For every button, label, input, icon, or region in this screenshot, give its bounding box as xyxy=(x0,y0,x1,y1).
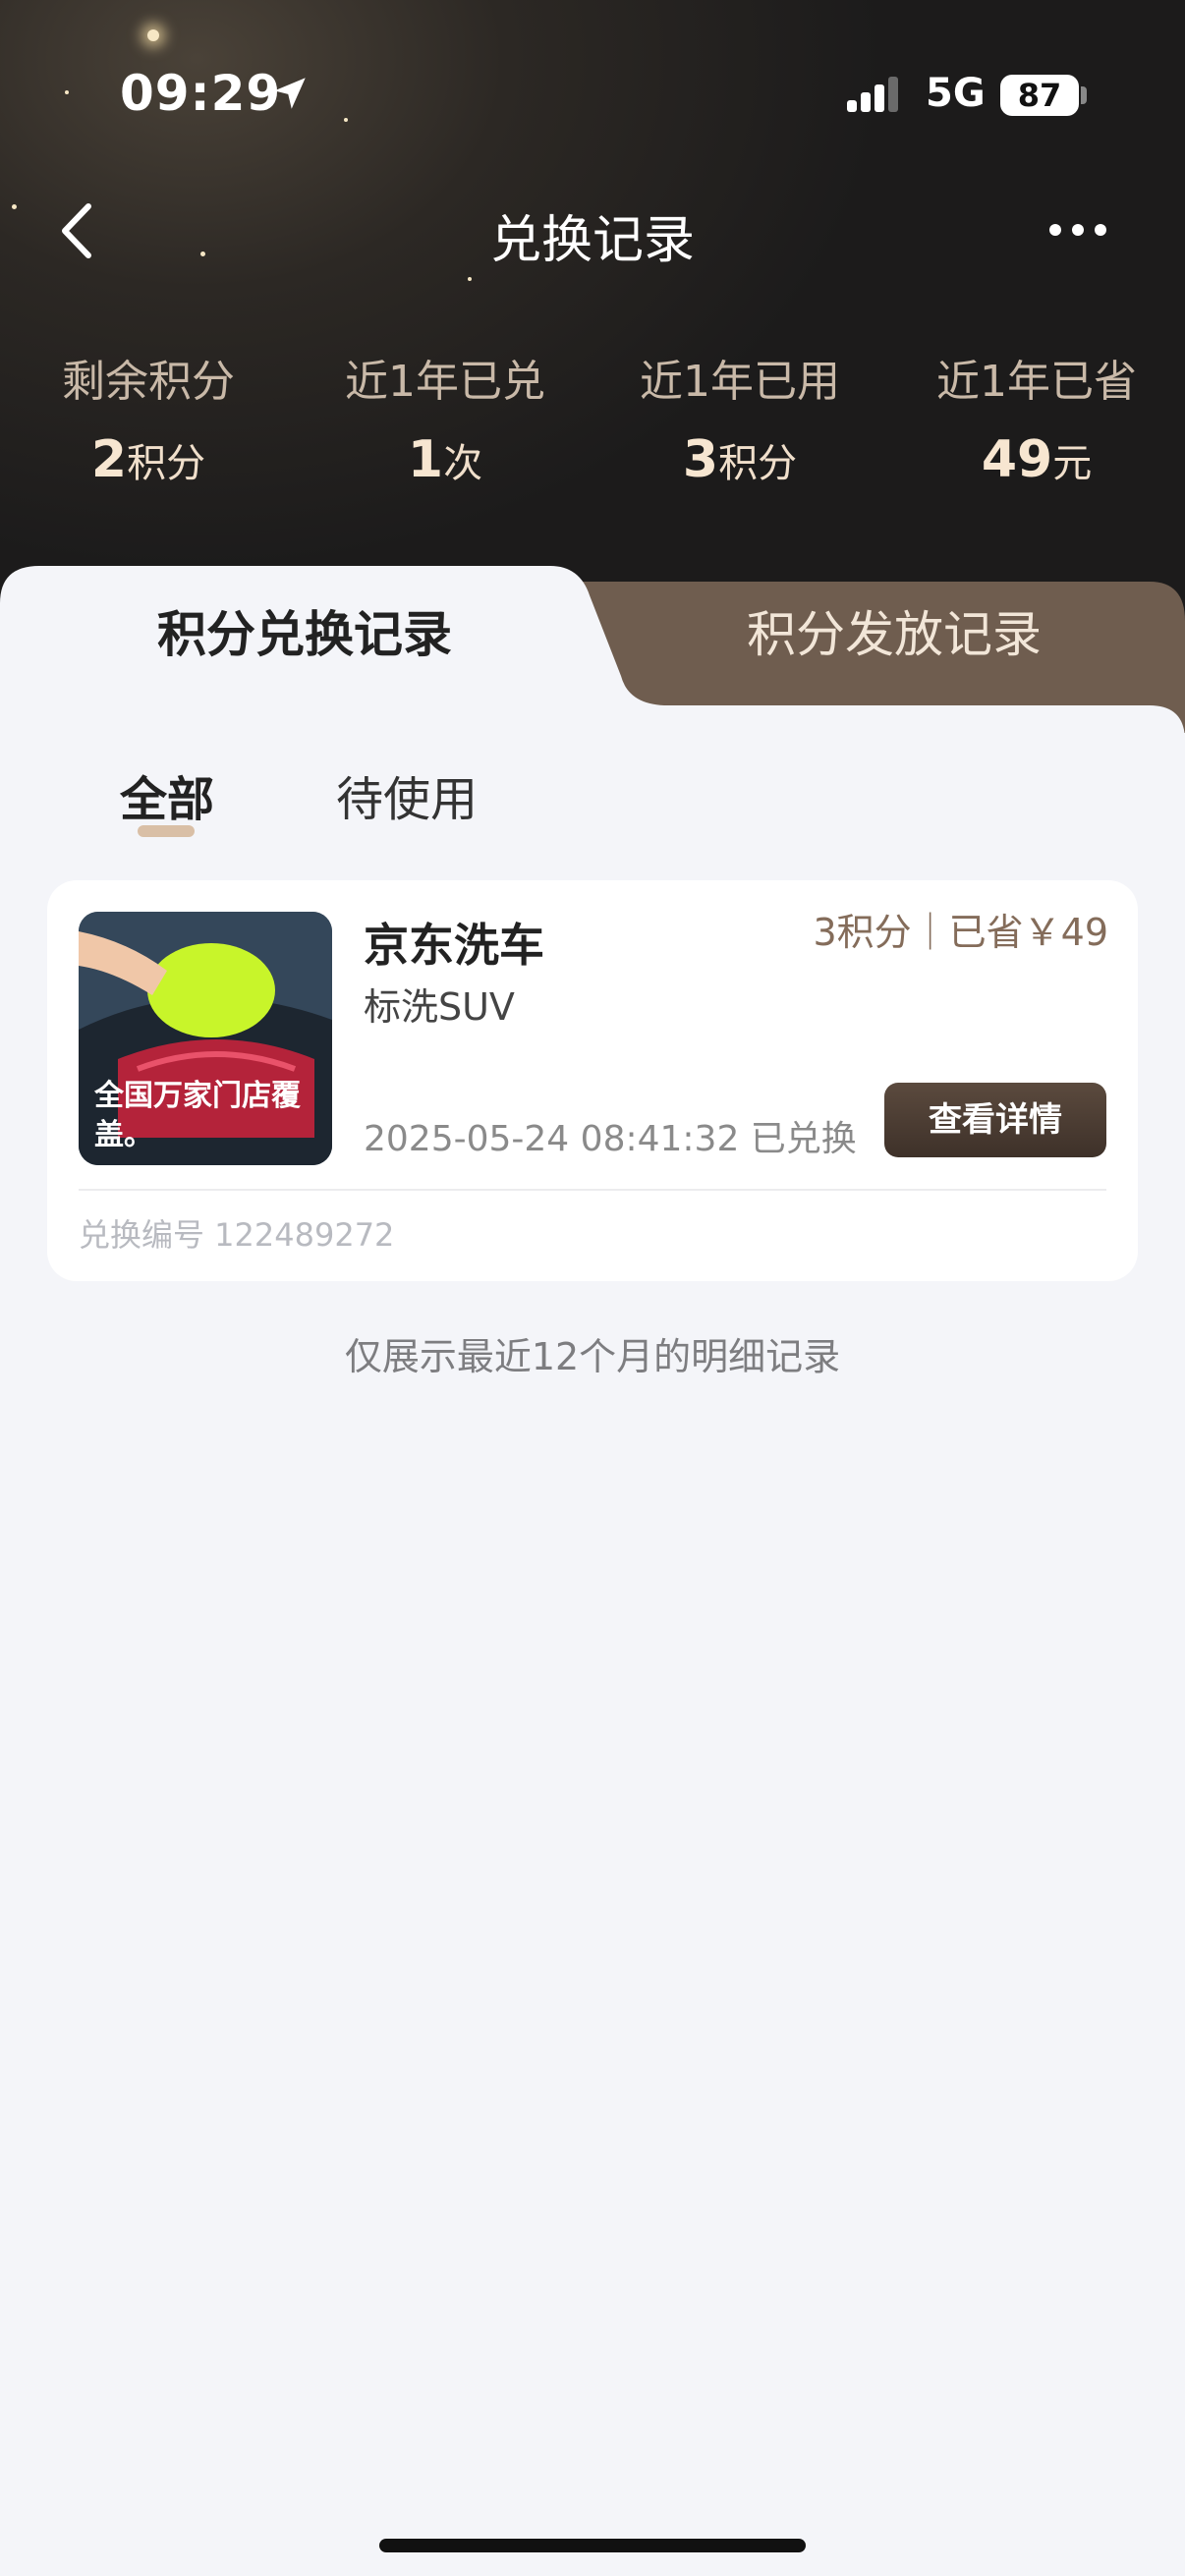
footer-note: 仅展示最近12个月的明细记录 xyxy=(344,1335,841,1378)
product-image: 全国万家门店覆盖。 xyxy=(79,912,332,1165)
sparkle-decoration xyxy=(468,277,472,281)
stat-unit: 积分 xyxy=(718,441,798,486)
battery-level: 87 xyxy=(1017,77,1062,114)
battery-cap xyxy=(1081,86,1087,104)
divider xyxy=(79,1189,1106,1191)
location-arrow-icon xyxy=(274,78,306,109)
stat-label: 近1年已用 xyxy=(640,357,840,407)
stat-number: 49 xyxy=(981,430,1053,489)
image-caption: 全国万家门店覆盖。 xyxy=(94,1079,301,1152)
stat-saved-amount: 近1年已省 49元 xyxy=(888,346,1185,489)
product-name: 京东洗车 xyxy=(364,919,544,972)
product-variant: 标洗SUV xyxy=(364,985,515,1029)
exchange-date-status: 2025-05-24 08:41:32 已兑换 xyxy=(364,1119,857,1159)
stat-unit: 元 xyxy=(1052,441,1093,486)
stat-value: 1次 xyxy=(297,430,593,489)
view-details-button[interactable]: 查看详情 xyxy=(884,1083,1106,1157)
network-type: 5G xyxy=(926,71,986,116)
record-tabs: 积分兑换记录 积分发放记录 xyxy=(0,566,1185,733)
exchange-record-card[interactable]: 全国万家门店覆盖。 京东洗车 标洗SUV 3积分｜已省￥49 2025-05-2… xyxy=(47,880,1138,1281)
page-title: 兑换记录 xyxy=(489,211,695,270)
stat-number: 2 xyxy=(90,430,128,489)
stat-used-points: 近1年已用 3积分 xyxy=(592,346,888,489)
battery-icon: 87 xyxy=(1000,75,1079,116)
exchange-code: 兑换编号 122489272 xyxy=(79,1216,395,1254)
stat-redeemed-count: 近1年已兑 1次 xyxy=(297,346,593,489)
stat-number: 1 xyxy=(407,430,444,489)
stat-value: 2积分 xyxy=(0,430,297,489)
filter-active-indicator xyxy=(138,825,195,837)
tab-issued-records[interactable]: 积分发放记录 xyxy=(668,595,1120,666)
stat-unit: 次 xyxy=(443,441,483,486)
stat-unit: 积分 xyxy=(127,441,206,486)
stat-label: 近1年已省 xyxy=(936,357,1137,407)
stat-label: 剩余积分 xyxy=(62,357,235,407)
points-and-saving: 3积分｜已省￥49 xyxy=(813,911,1108,954)
stat-value: 3积分 xyxy=(592,430,888,489)
status-time: 09:29 xyxy=(120,65,282,122)
signal-bars-icon xyxy=(847,77,898,112)
points-summary: 剩余积分 2积分 近1年已兑 1次 近1年已用 3积分 近1年已省 49元 xyxy=(0,346,1185,493)
home-indicator[interactable] xyxy=(379,2539,806,2552)
stat-remaining-points: 剩余积分 2积分 xyxy=(0,346,297,489)
filter-pending[interactable]: 待使用 xyxy=(336,760,478,829)
more-dots-icon[interactable] xyxy=(1045,218,1110,242)
tab-exchange-records[interactable]: 积分兑换记录 xyxy=(69,595,540,666)
stat-number: 3 xyxy=(682,430,719,489)
status-bar: 09:29 5G 87 xyxy=(0,0,1185,196)
filter-all[interactable]: 全部 xyxy=(120,760,214,829)
stat-value: 49元 xyxy=(888,430,1185,489)
stat-label: 近1年已兑 xyxy=(345,357,545,407)
